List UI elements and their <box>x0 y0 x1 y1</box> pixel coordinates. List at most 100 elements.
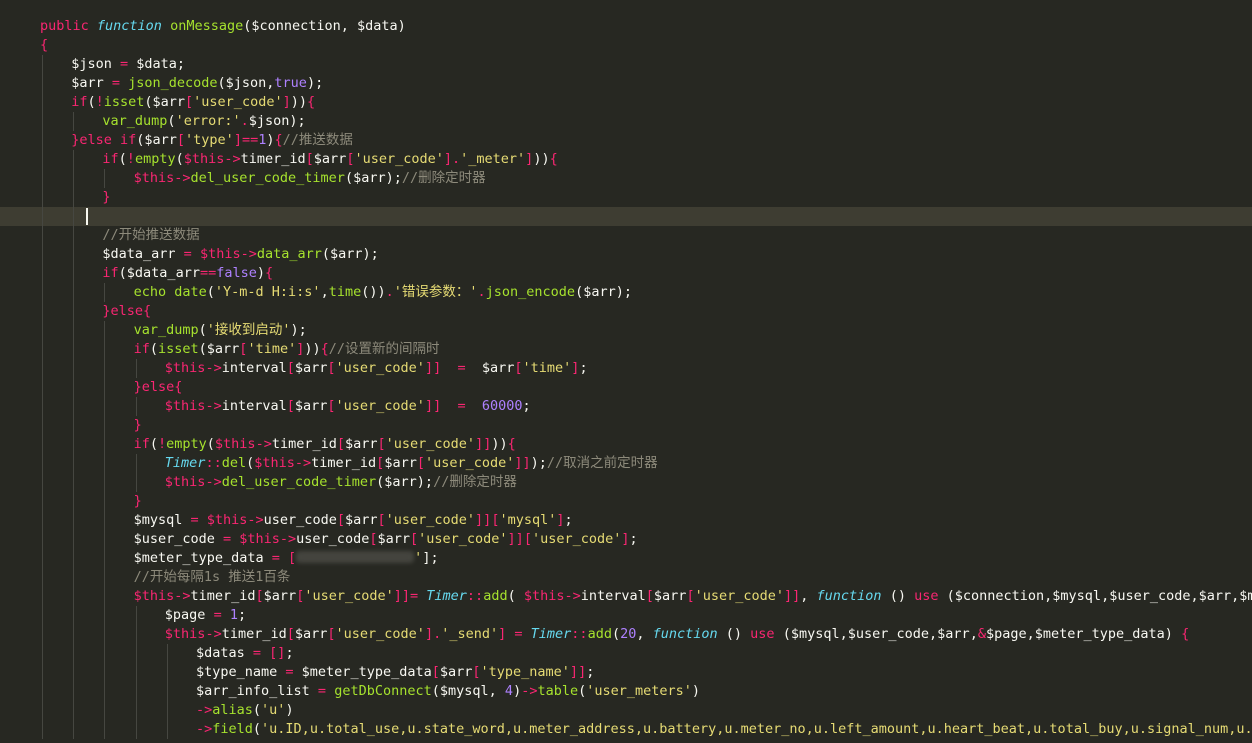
code-token: ( <box>198 341 207 357</box>
code-line[interactable]: echo date('Y-m-d H:i:s',time()).'错误参数：'.… <box>0 283 1252 302</box>
indent-guide <box>73 720 75 739</box>
code-token: [ <box>416 455 425 471</box>
code-token: ] <box>569 664 579 680</box>
code-token: { <box>274 132 283 148</box>
code-token: 'u' <box>261 702 286 718</box>
code-line[interactable]: $json = $data; <box>0 55 1252 74</box>
code-line[interactable]: $datas = []; <box>0 644 1252 663</box>
code-line[interactable]: } <box>0 492 1252 511</box>
indent-guide <box>42 93 43 112</box>
code-token: 'Y-m-d H:i:s' <box>214 284 321 300</box>
code-text: echo date('Y-m-d H:i:s',time()).'错误参数：'.… <box>134 283 632 302</box>
code-token: 'time' <box>522 360 572 376</box>
code-token: date <box>174 284 207 300</box>
code-line[interactable]: $data_arr = $this->data_arr($arr); <box>0 245 1252 264</box>
code-text: Timer::del($this->timer_id[$arr['user_co… <box>165 454 658 473</box>
indent-guide <box>42 530 43 549</box>
code-line[interactable]: } <box>0 188 1252 207</box>
code-line[interactable]: }else{ <box>0 302 1252 321</box>
code-token: ] <box>424 360 434 376</box>
code-token: ( <box>217 75 226 91</box>
code-area[interactable]: public function onMessage($connection, $… <box>0 17 1252 739</box>
indent-guide <box>104 435 106 454</box>
code-line[interactable]: }else if($arr['type']==1){//推送数据 <box>0 131 1252 150</box>
code-line[interactable]: var_dump('error:'.$json); <box>0 112 1252 131</box>
code-line[interactable]: Timer::del($this->timer_id[$arr['user_co… <box>0 454 1252 473</box>
indent-guide <box>135 663 137 682</box>
indent-guide <box>42 302 43 321</box>
code-token: -> <box>294 455 312 471</box>
code-token: ] <box>507 531 516 547</box>
code-line[interactable]: $this->del_user_code_timer($arr);//删除定时器 <box>0 169 1252 188</box>
code-token: , <box>839 626 848 642</box>
code-token: == <box>199 265 217 281</box>
code-line[interactable]: $this->del_user_code_timer($arr);//删除定时器 <box>0 473 1252 492</box>
code-line[interactable]: $this->timer_id[$arr['user_code'].'_send… <box>0 625 1252 644</box>
indent-guide <box>73 283 75 302</box>
code-token: ] <box>522 455 531 471</box>
code-line[interactable]: if(isset($arr['time'])){//设置新的间隔时 <box>0 340 1252 359</box>
code-line[interactable]: $this->interval[$arr['user_code']] = $ar… <box>0 359 1252 378</box>
code-line[interactable]: } <box>0 416 1252 435</box>
code-token: )) <box>304 341 321 357</box>
indent-guide <box>104 587 106 606</box>
code-token: , <box>636 626 653 642</box>
indent-guide <box>42 492 43 511</box>
code-line[interactable]: $mysql = $this->user_code[$arr['user_cod… <box>0 511 1252 530</box>
code-line[interactable]: if(!isset($arr['user_code'])){ <box>0 93 1252 112</box>
code-token: interval <box>221 360 287 376</box>
code-line[interactable]: { <box>0 36 1252 55</box>
code-line[interactable]: $arr_info_list = getDbConnect($mysql, 4)… <box>0 682 1252 701</box>
code-token: $arr <box>481 360 515 376</box>
code-line[interactable]: $this->interval[$arr['user_code']] = 600… <box>0 397 1252 416</box>
indent-guide <box>104 283 106 302</box>
code-line[interactable]: $meter_type_data = [']; <box>0 549 1252 568</box>
code-line[interactable]: //开始每隔1s 推送1百条 <box>0 568 1252 587</box>
code-line[interactable]: $page = 1; <box>0 606 1252 625</box>
code-token: if <box>71 94 88 110</box>
code-editor[interactable]: public function onMessage($connection, $… <box>0 0 1252 743</box>
code-token: if <box>133 341 150 357</box>
code-token: [ <box>176 132 186 148</box>
code-token: $arr <box>313 151 347 167</box>
code-line[interactable]: var_dump('接收到启动'); <box>0 321 1252 340</box>
code-line[interactable]: $user_code = $this->user_code[$arr['user… <box>0 530 1252 549</box>
code-token: [ <box>286 360 295 376</box>
code-token: ] <box>433 360 442 376</box>
code-line[interactable]: if($data_arr==false){ <box>0 264 1252 283</box>
code-token: //删除定时器 <box>401 170 486 186</box>
code-token: $datas <box>196 645 245 661</box>
indent-guide <box>104 530 106 549</box>
code-line[interactable] <box>0 207 1252 226</box>
code-token: else <box>141 379 175 395</box>
code-line[interactable]: $arr = json_decode($json,true); <box>0 74 1252 93</box>
code-line[interactable]: ->alias('u') <box>0 701 1252 720</box>
code-line[interactable]: ->field('u.ID,u.total_use,u.state_word,u… <box>0 720 1252 739</box>
code-token: . <box>477 284 486 300</box>
code-text: $user_code = $this->user_code[$arr['user… <box>134 530 638 549</box>
code-line[interactable]: public function onMessage($connection, $… <box>0 17 1252 36</box>
code-token: del_user_code_timer <box>221 474 377 490</box>
code-token: function <box>96 18 171 34</box>
code-token: '_send' <box>441 626 499 642</box>
code-token: -> <box>205 626 222 642</box>
code-line[interactable]: //开始推送数据 <box>0 226 1252 245</box>
code-token: = <box>244 645 270 661</box>
indent-guide <box>104 568 106 587</box>
indent-guide <box>104 511 106 530</box>
code-line[interactable]: }else{ <box>0 378 1252 397</box>
code-line[interactable]: if(!empty($this->timer_id[$arr['user_cod… <box>0 150 1252 169</box>
code-token: ( <box>87 94 96 110</box>
indent-guide <box>104 378 106 397</box>
code-token: //设置新的间隔时 <box>328 341 440 357</box>
code-line[interactable]: if(!empty($this->timer_id[$arr['user_cod… <box>0 435 1252 454</box>
code-token: 'type' <box>185 132 234 148</box>
code-token: $arr <box>345 436 378 452</box>
code-token: ) <box>691 683 701 699</box>
code-token: $this <box>164 360 206 376</box>
code-line[interactable]: $this->timer_id[$arr['user_code']]= Time… <box>0 587 1252 606</box>
code-token: ( <box>252 702 262 718</box>
code-text: //开始推送数据 <box>102 226 199 245</box>
code-line[interactable]: $type_name = $meter_type_data[$arr['type… <box>0 663 1252 682</box>
code-token: [ <box>686 588 695 604</box>
